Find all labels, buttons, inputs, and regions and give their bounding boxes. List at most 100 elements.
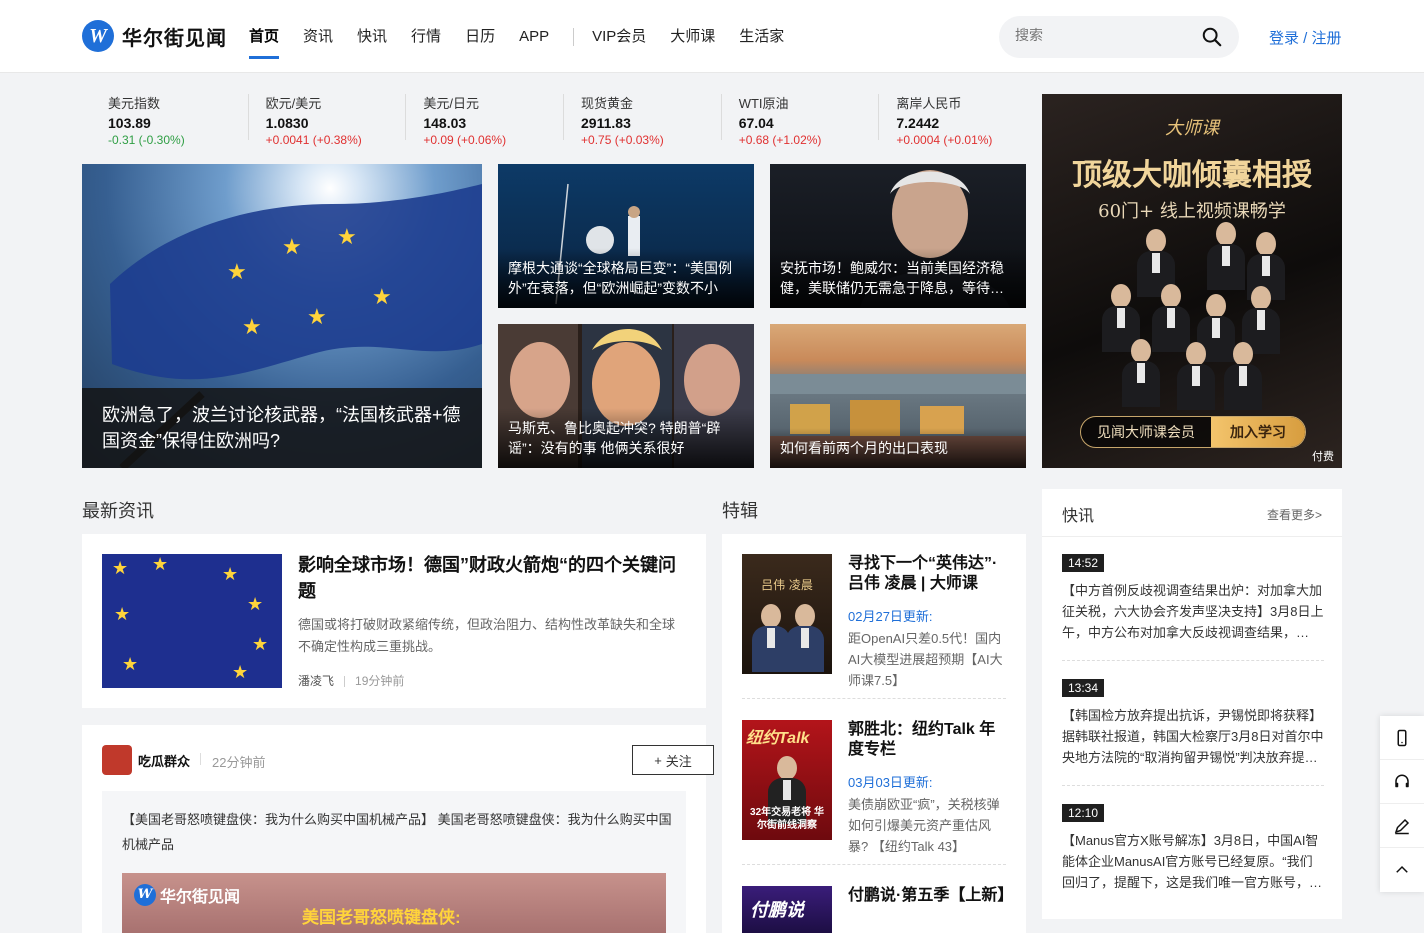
ticker-name: 现货黄金 xyxy=(581,96,634,111)
ticker-item[interactable]: 美元指数 103.89 -0.31 (-0.30%) xyxy=(82,88,240,150)
ticker-change: +0.0004 (+0.01%) xyxy=(896,133,993,147)
nav-divider xyxy=(573,27,575,46)
masterclass-ad[interactable]: 大师课 顶级大咖倾囊相授 60门+ 线上视频课畅学 见闻大师课会员 加入学习 付… xyxy=(1042,94,1342,468)
star-icon: ★ xyxy=(227,259,247,284)
nav-vip[interactable]: VIP会员 xyxy=(592,0,646,73)
special-item[interactable]: 吕伟 凌晨 寻找下一个“英伟达”· 吕伟 凌晨 | 大师课 02月27日更新: … xyxy=(742,554,1006,688)
ticker-item[interactable]: 现货黄金 2911.83 +0.75 (+0.03%) xyxy=(555,88,713,150)
phone-icon xyxy=(1397,729,1407,746)
hero-main-article[interactable]: ★ ★ ★ ★ ★ ★ 欧洲急了，波兰讨论核武器，“法国核武器+德国资金”保得住… xyxy=(82,164,482,468)
news-time: 19分钟前 xyxy=(355,674,405,688)
special-item[interactable]: 纽约Talk 32年交易老将 华尔街前线洞察 郭胜北：纽约Talk 年度专栏 0… xyxy=(742,720,1006,854)
special-section-title: 特辑 xyxy=(722,501,758,521)
ticker-name: WTI原油 xyxy=(738,96,789,111)
nav-markets[interactable]: 行情 xyxy=(411,0,441,73)
ticker-price: 1.0830 xyxy=(265,115,309,131)
special-title: 郭胜北：纽约Talk 年度专栏 xyxy=(848,721,996,758)
star-icon: ★ xyxy=(152,554,169,574)
headset-icon xyxy=(1395,774,1409,787)
flash-item[interactable]: 12:10 【Manus官方X账号解冻】3月8日，中国AI智能体企业ManusA… xyxy=(1062,804,1324,893)
news-summary: 德国或将打破财政紧缩传统，但政治阻力、结构性改革缺失和全球不确定性构成三重挑战。 xyxy=(298,617,676,654)
video-caption: 美国老哥怒喷键盘侠: xyxy=(302,908,461,927)
star-icon: ★ xyxy=(112,558,129,578)
ticker-item[interactable]: WTI原油 67.04 +0.68 (+1.02%) xyxy=(713,88,871,150)
ticker-change: -0.31 (-0.30%) xyxy=(108,133,185,147)
star-icon: ★ xyxy=(282,234,302,259)
mobile-app-button[interactable] xyxy=(1380,716,1424,760)
nav-flash[interactable]: 快讯 xyxy=(357,0,387,73)
nav-home[interactable]: 首页 xyxy=(249,0,280,73)
hero-tile[interactable]: 摩根大通谈“全球格局巨变”：“美国例外”在衰落，但“欧洲崛起”变数不小 xyxy=(498,164,754,308)
plus-icon: + xyxy=(654,752,662,768)
search-input[interactable] xyxy=(1015,27,1185,43)
special-desc: 距OpenAI只差0.5代！国内AI大模型进展超预期【AI大师课7.5】 xyxy=(848,631,1003,688)
hero-tile-caption: 如何看前两个月的出口表现 xyxy=(770,428,1026,468)
star-icon: ★ xyxy=(242,314,262,339)
ad-join-button[interactable]: 见闻大师课会员 加入学习 xyxy=(1080,416,1306,448)
instructor-figure xyxy=(1207,222,1245,292)
news-card[interactable]: ★ ★ ★ ★ ★ ★ ★ ★ 影响全球市场！德国”财政火箭炮“的四个关键问题 … xyxy=(82,534,706,708)
user-post-card: 吃瓜群众 22分钟前 + 关注 【美国老哥怒喷键盘侠：我为什么购买中国机械产品】 … xyxy=(82,725,714,933)
post-video-thumbnail[interactable]: W 华尔街见闻 美国老哥怒喷键盘侠: xyxy=(122,873,666,933)
login-register-link[interactable]: 登录 / 注册 xyxy=(1269,27,1342,48)
nav-news[interactable]: 资讯 xyxy=(303,0,333,73)
instructor-figure xyxy=(786,604,824,674)
hero-main-caption: 欧洲急了，波兰讨论核武器，“法国核武器+德国资金”保得住欧洲吗? xyxy=(82,388,482,468)
ticker-item[interactable]: 离岸人民币 7.2442 +0.0004 (+0.01%) xyxy=(870,88,1028,150)
ticker-change: +0.68 (+1.02%) xyxy=(738,133,822,147)
video-logo: W 华尔街见闻 xyxy=(134,883,240,907)
site-logo[interactable]: W 华尔街见闻 xyxy=(82,20,227,52)
chevron-up-icon xyxy=(1396,865,1408,873)
nav-calendar[interactable]: 日历 xyxy=(465,0,495,73)
special-date: 02月27日更新: xyxy=(848,609,933,624)
flash-time: 12:10 xyxy=(1062,804,1105,822)
ticker-name: 美元指数 xyxy=(108,96,161,111)
ad-button-left: 见闻大师课会员 xyxy=(1097,424,1195,440)
instructor-figure xyxy=(1177,342,1215,412)
ticker-item[interactable]: 美元/日元 148.03 +0.09 (+0.06%) xyxy=(397,88,555,150)
flash-item[interactable]: 13:34 【韩国检方放弃提出抗诉，尹锡悦即将获释】据韩联社报道，韩国大检察厅3… xyxy=(1062,679,1324,768)
hero-tile[interactable]: 马斯克、鲁比奥起冲突? 特朗普“辟谣”：没有的事 他俩关系很好 xyxy=(498,324,754,468)
hero-tile-caption: 马斯克、鲁比奥起冲突? 特朗普“辟谣”：没有的事 他俩关系很好 xyxy=(498,408,754,468)
ticker-price: 7.2442 xyxy=(896,115,940,131)
logo-text: 华尔街见闻 xyxy=(122,25,227,50)
star-icon: ★ xyxy=(372,284,392,309)
back-to-top-button[interactable] xyxy=(1380,848,1424,892)
instructor-figure xyxy=(1224,342,1262,412)
nav-app[interactable]: APP xyxy=(519,0,549,73)
flash-time: 13:34 xyxy=(1062,679,1105,697)
special-cover-label: 纽约Talk xyxy=(746,730,810,747)
special-item[interactable]: 付鹏说 付鹏说·第五季【上新】 xyxy=(742,886,1013,933)
follow-button[interactable]: + 关注 xyxy=(632,745,714,775)
ticker-name: 离岸人民币 xyxy=(896,96,962,111)
latest-section-title: 最新资讯 xyxy=(82,501,154,521)
flash-item[interactable]: 14:52 【中方首例反歧视调查结果出炉：对加拿大加征关税，六大协会齐发声坚决支… xyxy=(1062,554,1324,643)
post-username[interactable]: 吃瓜群众 xyxy=(138,751,190,770)
ticker-item[interactable]: 欧元/美元 1.0830 +0.0041 (+0.38%) xyxy=(240,88,398,150)
customer-service-button[interactable] xyxy=(1380,760,1424,804)
post-body[interactable]: 【美国老哥怒喷键盘侠：我为什么购买中国机械产品】 美国老哥怒喷键盘侠：我为什么购… xyxy=(102,791,686,933)
hero-tile[interactable]: 安抚市场！鲍威尔：当前美国经济稳健，美联储仍无需急于降息，等待… xyxy=(770,164,1026,308)
divider xyxy=(742,864,1006,865)
ticker-price: 103.89 xyxy=(108,115,151,131)
flash-text: 【中方首例反歧视调查结果出炉：对加拿大加征关税，六大协会齐发声坚决支持】3月8日… xyxy=(1062,583,1324,640)
nav-masterclass[interactable]: 大师课 xyxy=(670,0,715,73)
flash-more-link[interactable]: 查看更多> xyxy=(1267,506,1322,523)
hero-tile-caption: 安抚市场！鲍威尔：当前美国经济稳健，美联储仍无需急于降息，等待… xyxy=(770,248,1026,308)
special-date: 03月03日更新: xyxy=(848,775,933,790)
nav-lifestyle[interactable]: 生活家 xyxy=(739,0,784,73)
search-icon[interactable] xyxy=(1201,26,1223,48)
avatar[interactable] xyxy=(102,745,132,775)
video-logo-text: 华尔街见闻 xyxy=(160,887,241,906)
hero-tile[interactable]: 如何看前两个月的出口表现 xyxy=(770,324,1026,468)
star-icon: ★ xyxy=(252,634,269,654)
ticker-change: +0.09 (+0.06%) xyxy=(423,133,507,147)
instructor-figure xyxy=(1122,339,1160,409)
feedback-button[interactable] xyxy=(1380,804,1424,848)
special-desc: 美债崩欧亚“疯”，关税核弹如何引爆美元资产重估风暴? 【纽约Talk 43】 xyxy=(848,797,1000,854)
edit-icon xyxy=(1394,818,1410,834)
news-title[interactable]: 影响全球市场！德国”财政火箭炮“的四个关键问题 xyxy=(298,552,683,604)
side-toolbar xyxy=(1380,716,1424,892)
news-author[interactable]: 潘凌飞 xyxy=(298,674,334,688)
star-icon: ★ xyxy=(232,662,249,682)
